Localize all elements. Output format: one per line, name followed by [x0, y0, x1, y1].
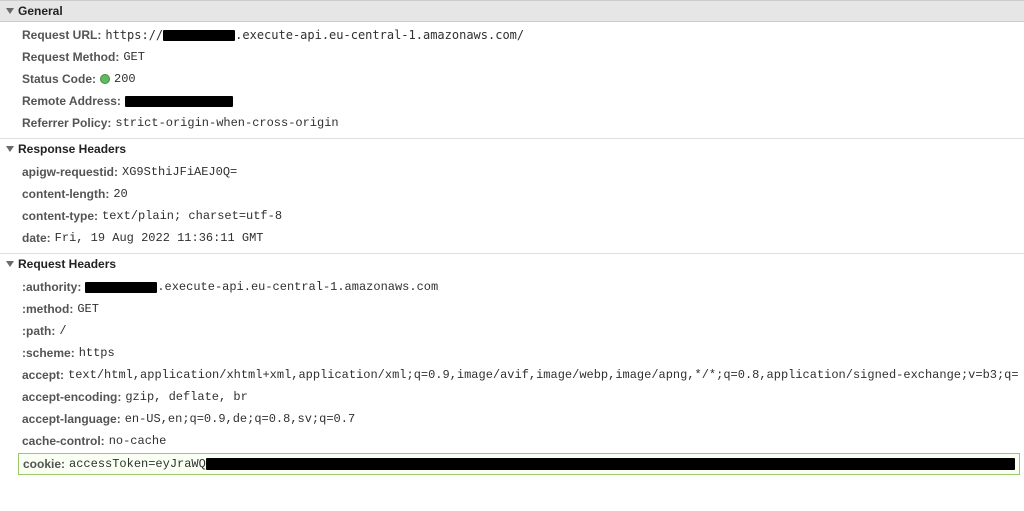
header-row: content-type: text/plain; charset=utf-8 — [0, 205, 1024, 227]
row-accept-language: accept-language: en-US,en;q=0.9,de;q=0.8… — [0, 408, 1024, 430]
referrer-policy-value: strict-origin-when-cross-origin — [115, 116, 338, 130]
row-cache-control: cache-control: no-cache — [0, 430, 1024, 452]
row-status-code: Status Code: 200 — [0, 68, 1024, 90]
header-label: apigw-requestid: — [22, 165, 118, 179]
scheme-label: :scheme: — [22, 346, 75, 360]
cache-control-label: cache-control: — [22, 434, 105, 448]
caret-down-icon — [6, 146, 14, 152]
section-request-headers-rows: :authority: .execute-api.eu-central-1.am… — [0, 274, 1024, 480]
row-request-method: Request Method: GET — [0, 46, 1024, 68]
accept-language-label: accept-language: — [22, 412, 121, 426]
request-url-label: Request URL: — [22, 28, 101, 42]
section-general-header[interactable]: General — [0, 0, 1024, 22]
section-general-title: General — [18, 4, 63, 18]
request-method-label: Request Method: — [22, 50, 119, 64]
header-row: date: Fri, 19 Aug 2022 11:36:11 GMT — [0, 227, 1024, 249]
request-method-value: GET — [123, 50, 145, 64]
section-response-headers-header[interactable]: Response Headers — [0, 138, 1024, 159]
accept-value: text/html,application/xhtml+xml,applicat… — [68, 368, 1018, 382]
section-request-headers-title: Request Headers — [18, 257, 116, 271]
cache-control-value: no-cache — [109, 434, 167, 448]
section-response-headers-title: Response Headers — [18, 142, 126, 156]
method-value: GET — [77, 302, 99, 316]
row-remote-address: Remote Address: — [0, 90, 1024, 112]
row-authority: :authority: .execute-api.eu-central-1.am… — [0, 276, 1024, 298]
section-general-rows: Request URL: https:// .execute-api.eu-ce… — [0, 22, 1024, 138]
referrer-policy-label: Referrer Policy: — [22, 116, 111, 130]
header-row: content-length: 20 — [0, 183, 1024, 205]
header-label: content-type: — [22, 209, 98, 223]
accept-encoding-label: accept-encoding: — [22, 390, 121, 404]
header-value: Fri, 19 Aug 2022 11:36:11 GMT — [55, 231, 264, 245]
redacted-bar-icon — [125, 96, 233, 107]
section-request-headers-header[interactable]: Request Headers — [0, 253, 1024, 274]
redacted-bar-icon — [163, 30, 235, 41]
method-label: :method: — [22, 302, 73, 316]
request-url-prefix: https:// — [105, 28, 163, 42]
cookie-value-prefix: accessToken=eyJraWQ — [69, 457, 206, 471]
remote-address-label: Remote Address: — [22, 94, 121, 108]
cookie-label: cookie: — [23, 457, 65, 471]
status-code-value: 200 — [114, 72, 136, 86]
status-code-label: Status Code: — [22, 72, 96, 86]
row-scheme: :scheme: https — [0, 342, 1024, 364]
header-value: XG9SthiJFiAEJ0Q= — [122, 165, 237, 179]
row-request-url: Request URL: https:// .execute-api.eu-ce… — [0, 24, 1024, 46]
section-response-headers-rows: apigw-requestid: XG9SthiJFiAEJ0Q= conten… — [0, 159, 1024, 253]
redacted-bar-icon — [206, 458, 1015, 470]
accept-encoding-value: gzip, deflate, br — [125, 390, 247, 404]
path-value: / — [59, 324, 66, 338]
header-value: 20 — [113, 187, 127, 201]
header-label: content-length: — [22, 187, 109, 201]
path-label: :path: — [22, 324, 55, 338]
caret-down-icon — [6, 8, 14, 14]
status-dot-icon — [100, 74, 110, 84]
row-method: :method: GET — [0, 298, 1024, 320]
header-row: apigw-requestid: XG9SthiJFiAEJ0Q= — [0, 161, 1024, 183]
authority-label: :authority: — [22, 280, 81, 294]
row-accept: accept: text/html,application/xhtml+xml,… — [0, 364, 1024, 386]
accept-label: accept: — [22, 368, 64, 382]
scheme-value: https — [79, 346, 115, 360]
header-value: text/plain; charset=utf-8 — [102, 209, 282, 223]
authority-suffix: .execute-api.eu-central-1.amazonaws.com — [157, 280, 438, 294]
caret-down-icon — [6, 261, 14, 267]
row-referrer-policy: Referrer Policy: strict-origin-when-cros… — [0, 112, 1024, 134]
row-accept-encoding: accept-encoding: gzip, deflate, br — [0, 386, 1024, 408]
row-path: :path: / — [0, 320, 1024, 342]
accept-language-value: en-US,en;q=0.9,de;q=0.8,sv;q=0.7 — [125, 412, 355, 426]
request-url-suffix: .execute-api.eu-central-1.amazonaws.com/ — [235, 28, 524, 42]
row-cookie: cookie: accessToken=eyJraWQ — [18, 453, 1020, 475]
redacted-bar-icon — [85, 282, 157, 293]
header-label: date: — [22, 231, 51, 245]
